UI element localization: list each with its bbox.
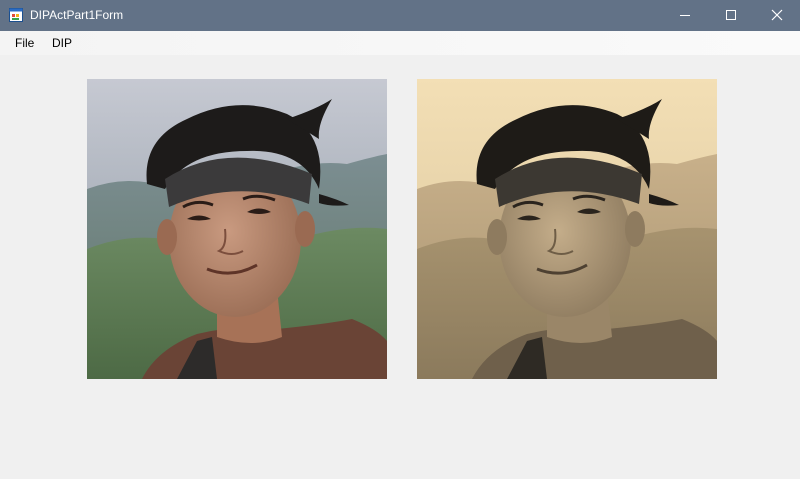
processed-photo — [417, 79, 717, 379]
maximize-icon — [726, 10, 736, 20]
minimize-icon — [680, 15, 690, 16]
minimize-button[interactable] — [662, 0, 708, 31]
form-app-icon[interactable] — [9, 8, 23, 22]
close-icon — [771, 9, 783, 21]
close-button[interactable] — [754, 0, 800, 31]
menu-file[interactable]: File — [8, 31, 41, 55]
original-image-box[interactable] — [87, 79, 387, 379]
menu-dip[interactable]: DIP — [45, 31, 79, 55]
processed-image-box[interactable] — [417, 79, 717, 379]
original-photo — [87, 79, 387, 379]
maximize-button[interactable] — [708, 0, 754, 31]
title-bar[interactable]: DIPActPart1Form — [0, 0, 800, 31]
menu-bar: File DIP — [0, 31, 800, 55]
window-title: DIPActPart1Form — [30, 8, 124, 22]
